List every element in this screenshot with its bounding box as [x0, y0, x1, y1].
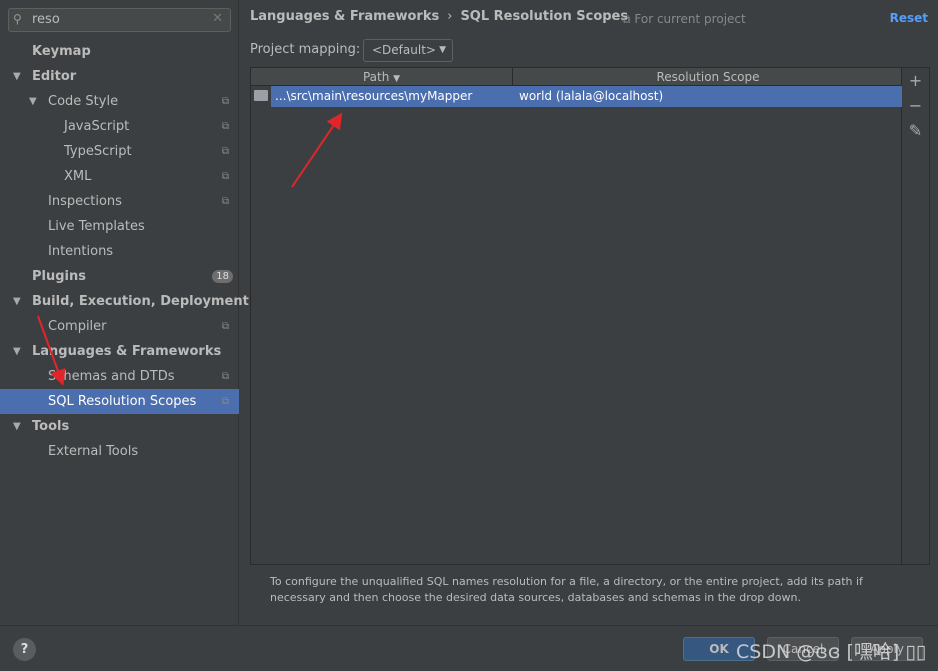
sidebar-item-label: Languages & Frameworks — [32, 344, 222, 359]
copy-icon: ⧉ — [622, 12, 635, 26]
search-icon: ⚲ — [13, 12, 22, 26]
scope-cell[interactable]: world (lalala@localhost) — [519, 86, 663, 107]
settings-sidebar: ⚲ reso ✕ Keymap ▼ Editor ▼ Code Style ⧉ JavaSc… — [0, 0, 249, 625]
copy-icon: ⧉ — [221, 171, 229, 182]
edit-icon[interactable]: ✎ — [902, 118, 929, 143]
scope-note: ⧉ For current project — [622, 12, 746, 27]
help-button[interactable]: ? — [13, 638, 36, 661]
scopes-table: Path ▼ Resolution Scope ...\src\main\res… — [250, 67, 902, 565]
expand-arrow-icon[interactable]: ▼ — [13, 289, 21, 314]
sidebar-item[interactable]: Plugins 18 — [0, 264, 239, 289]
sidebar-item-label: Schemas and DTDs — [48, 369, 175, 384]
sidebar-item-label: Live Templates — [48, 219, 145, 234]
table-row[interactable]: ...\src\main\resources\myMapper world (l… — [271, 86, 902, 107]
sidebar-item[interactable]: ▼ Build, Execution, Deployment — [0, 289, 249, 314]
sidebar-item-label: Tools — [32, 419, 70, 434]
sidebar-item-label: TypeScript — [64, 144, 132, 159]
sidebar-item-label: Inspections — [48, 194, 122, 209]
expand-arrow-icon[interactable]: ▼ — [13, 339, 21, 364]
sidebar-item[interactable]: Inspections ⧉ — [0, 189, 239, 214]
copy-icon: ⧉ — [221, 121, 229, 132]
sidebar-item[interactable]: TypeScript ⧉ — [0, 139, 239, 164]
search-field[interactable]: ⚲ reso ✕ — [8, 8, 231, 32]
sidebar-item-label: Build, Execution, Deployment — [32, 294, 249, 309]
copy-icon: ⧉ — [221, 146, 229, 157]
breadcrumb-parent[interactable]: Languages & Frameworks — [250, 9, 439, 24]
sidebar-item[interactable]: ▼ Code Style ⧉ — [0, 89, 239, 114]
column-header-scope[interactable]: Resolution Scope — [514, 68, 902, 86]
project-mapping-value: <Default> — [372, 43, 436, 57]
scope-note-text: For current project — [634, 12, 746, 26]
sidebar-item[interactable]: External Tools — [0, 439, 239, 464]
path-cell[interactable]: ...\src\main\resources\myMapper — [275, 86, 472, 107]
sidebar-item[interactable]: Keymap — [0, 39, 239, 64]
copy-icon: ⧉ — [221, 321, 229, 332]
help-text: To configure the unqualified SQL names r… — [270, 575, 863, 604]
copy-icon: ⧉ — [221, 196, 229, 207]
sidebar-item[interactable]: JavaScript ⧉ — [0, 114, 239, 139]
sidebar-item-label: JavaScript — [64, 119, 130, 134]
sidebar-item[interactable]: Schemas and DTDs ⧉ — [0, 364, 239, 389]
sidebar-item[interactable]: ▼ Editor — [0, 64, 239, 89]
expand-arrow-icon[interactable]: ▼ — [13, 64, 21, 89]
expand-arrow-icon[interactable]: ▼ — [29, 89, 37, 114]
table-toolbar: + − ✎ — [902, 67, 930, 565]
search-input[interactable]: reso — [32, 12, 60, 27]
copy-icon: ⧉ — [221, 371, 229, 382]
sidebar-item[interactable]: XML ⧉ — [0, 164, 239, 189]
column-header-path[interactable]: Path ▼ — [251, 68, 513, 86]
table-header: Path ▼ Resolution Scope — [251, 68, 901, 86]
sidebar-item[interactable]: SQL Resolution Scopes ⧉ — [0, 389, 239, 414]
copy-icon: ⧉ — [221, 96, 229, 107]
sidebar-item-label: XML — [64, 169, 92, 184]
settings-panel: Languages & Frameworks › SQL Resolution Sc… — [240, 0, 938, 625]
remove-icon[interactable]: − — [902, 93, 929, 118]
add-icon[interactable]: + — [902, 68, 929, 93]
sidebar-item-label: Code Style — [48, 94, 119, 109]
sidebar-item[interactable]: Live Templates — [0, 214, 239, 239]
sidebar-item-label: Editor — [32, 69, 77, 84]
watermark: CSDN @ɞɞ [嘿哈] ▯▯ — [736, 641, 927, 663]
update-count-badge: 18 — [212, 270, 233, 283]
expand-arrow-icon[interactable]: ▼ — [13, 414, 21, 439]
folder-icon — [254, 90, 268, 101]
sort-desc-icon: ▼ — [393, 74, 401, 84]
sidebar-item-label: Intentions — [48, 244, 114, 259]
chevron-down-icon: ▼ — [439, 45, 446, 55]
breadcrumb-current: SQL Resolution Scopes — [460, 9, 629, 24]
sidebar-item-label: Plugins — [32, 269, 86, 284]
sidebar-item[interactable]: Compiler ⧉ — [0, 314, 239, 339]
sidebar-item-label: SQL Resolution Scopes — [48, 394, 197, 409]
breadcrumb: Languages & Frameworks › SQL Resolution Sc… — [250, 9, 628, 24]
reset-link[interactable]: Reset — [890, 11, 928, 25]
sidebar-item[interactable]: ▼ Languages & Frameworks — [0, 339, 239, 364]
project-mapping-label: Project mapping: — [250, 42, 361, 57]
project-mapping-select[interactable]: <Default> ▼ — [363, 39, 453, 62]
sidebar-item-label: External Tools — [48, 444, 139, 459]
sidebar-item[interactable]: ▼ Tools — [0, 414, 239, 439]
chevron-right-icon: › — [447, 9, 453, 24]
sidebar-item-label: Compiler — [48, 319, 107, 334]
clear-icon[interactable]: ✕ — [212, 11, 223, 26]
sidebar-item[interactable]: Intentions — [0, 239, 239, 264]
copy-icon: ⧉ — [221, 396, 229, 407]
sidebar-item-label: Keymap — [32, 44, 91, 59]
